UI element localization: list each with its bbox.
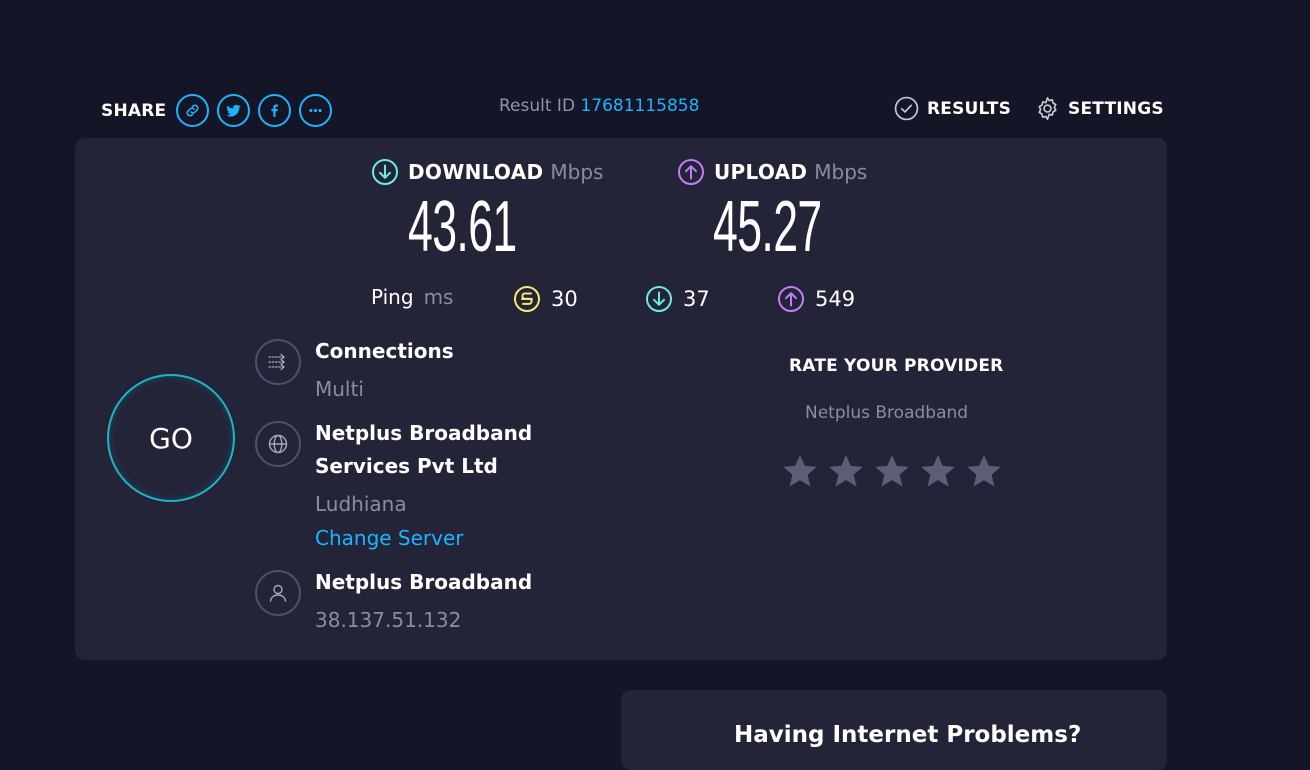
star-rating bbox=[781, 452, 1003, 490]
connections-icon bbox=[255, 339, 301, 385]
isp-ip: 38.137.51.132 bbox=[315, 608, 462, 632]
ping-label: Ping bbox=[371, 285, 414, 309]
settings-label: SETTINGS bbox=[1068, 98, 1164, 119]
ping-idle: 30 bbox=[513, 285, 578, 313]
ping-idle-icon bbox=[514, 286, 540, 312]
check-circle-icon bbox=[894, 96, 919, 121]
download-header: DOWNLOAD Mbps bbox=[371, 158, 603, 186]
star-icon-2[interactable] bbox=[827, 452, 865, 490]
twitter-icon[interactable] bbox=[217, 94, 251, 127]
ping-download: 37 bbox=[645, 285, 710, 313]
download-label: DOWNLOAD bbox=[408, 160, 544, 184]
share-bar: SHARE bbox=[101, 94, 333, 127]
result-id: Result ID 17681115858 bbox=[499, 96, 699, 116]
star-icon-3[interactable] bbox=[873, 452, 911, 490]
ping-idle-value: 30 bbox=[551, 287, 578, 311]
more-icon[interactable] bbox=[299, 94, 333, 127]
ping-unit: ms bbox=[423, 285, 454, 309]
download-arrow-icon bbox=[372, 159, 398, 185]
link-icon[interactable] bbox=[176, 94, 210, 127]
settings-button[interactable]: SETTINGS bbox=[1035, 96, 1164, 121]
server-name-line2: Services Pvt Ltd bbox=[315, 454, 498, 478]
share-label: SHARE bbox=[101, 100, 167, 121]
rate-provider-title: RATE YOUR PROVIDER bbox=[789, 356, 1004, 376]
upload-unit: Mbps bbox=[814, 160, 868, 184]
ping-upload-value: 549 bbox=[815, 287, 856, 311]
upload-header: UPLOAD Mbps bbox=[677, 158, 867, 186]
globe-icon bbox=[255, 421, 301, 467]
upload-label: UPLOAD bbox=[714, 160, 808, 184]
server-name-line1: Netplus Broadband bbox=[315, 421, 533, 445]
upload-arrow-icon bbox=[678, 159, 704, 185]
gear-icon bbox=[1038, 97, 1057, 120]
go-button[interactable]: GO bbox=[107, 374, 235, 502]
user-icon bbox=[255, 570, 301, 616]
result-card bbox=[75, 138, 1167, 660]
upload-value: 45.27 bbox=[713, 187, 822, 267]
ping-upload: 549 bbox=[777, 285, 855, 313]
server-location: Ludhiana bbox=[315, 492, 407, 516]
change-server-link[interactable]: Change Server bbox=[315, 526, 464, 550]
download-unit: Mbps bbox=[550, 160, 604, 184]
upload-arrow-icon bbox=[778, 286, 804, 312]
result-id-link[interactable]: 17681115858 bbox=[580, 96, 699, 116]
help-card-title: Having Internet Problems? bbox=[734, 722, 1082, 748]
isp-name: Netplus Broadband bbox=[315, 570, 533, 594]
ping-download-value: 37 bbox=[683, 287, 710, 311]
result-id-label: Result ID bbox=[499, 96, 576, 116]
results-label: RESULTS bbox=[927, 98, 1012, 119]
connections-title: Connections bbox=[315, 339, 454, 363]
download-value: 43.61 bbox=[408, 187, 517, 267]
star-icon-1[interactable] bbox=[781, 452, 819, 490]
rate-provider-name: Netplus Broadband bbox=[805, 403, 969, 423]
star-icon-5[interactable] bbox=[965, 452, 1003, 490]
star-icon-4[interactable] bbox=[919, 452, 957, 490]
download-arrow-icon bbox=[646, 286, 672, 312]
connections-value: Multi bbox=[315, 377, 364, 401]
ping-row: Ping ms bbox=[371, 285, 453, 309]
results-button[interactable]: RESULTS bbox=[894, 96, 1011, 121]
facebook-icon[interactable] bbox=[258, 94, 292, 127]
